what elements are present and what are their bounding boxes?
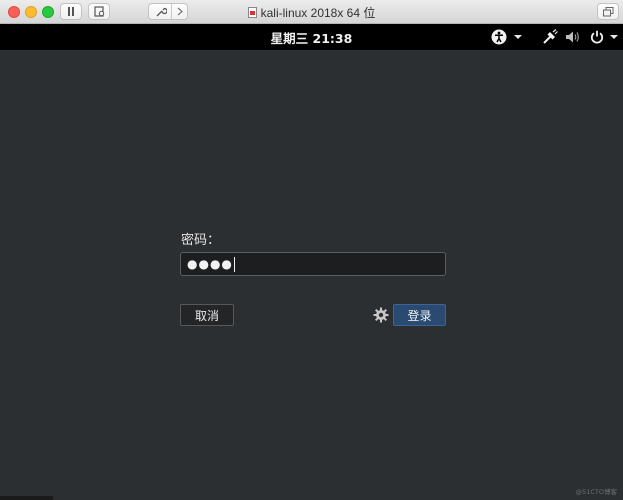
cancel-button[interactable]: 取消 bbox=[180, 304, 234, 326]
wrench-icon bbox=[156, 7, 167, 16]
accessibility-menu[interactable] bbox=[489, 29, 523, 45]
pause-button[interactable] bbox=[60, 3, 82, 20]
volume-indicator[interactable] bbox=[564, 29, 580, 45]
session-settings-button[interactable] bbox=[373, 307, 389, 323]
power-menu[interactable] bbox=[588, 29, 620, 45]
network-icon bbox=[543, 29, 558, 44]
network-indicator[interactable] bbox=[541, 29, 559, 45]
settings-tools-button[interactable] bbox=[148, 3, 188, 20]
close-window-button[interactable] bbox=[8, 6, 20, 18]
snapshot-icon bbox=[93, 6, 104, 17]
password-dots: ●●●● bbox=[187, 257, 233, 271]
gear-icon bbox=[373, 307, 389, 323]
bottom-strip bbox=[0, 496, 53, 500]
pause-icon bbox=[68, 7, 74, 16]
password-field[interactable]: ●●●● bbox=[180, 252, 446, 276]
chevron-right-icon bbox=[177, 7, 183, 16]
zoom-window-button[interactable] bbox=[42, 6, 54, 18]
vm-window: kali-linux 2018x 64 位 星期三 21:38 密码： ●●●●… bbox=[0, 0, 623, 500]
volume-icon bbox=[565, 31, 579, 43]
password-label: 密码： bbox=[181, 233, 221, 248]
login-button[interactable]: 登录 bbox=[393, 304, 446, 326]
chevron-down-icon bbox=[610, 35, 618, 39]
power-icon bbox=[590, 30, 604, 44]
fullscreen-button[interactable] bbox=[597, 3, 619, 20]
clock[interactable]: 星期三 21:38 bbox=[0, 24, 623, 50]
chevron-down-icon bbox=[513, 35, 522, 39]
vm-file-icon bbox=[247, 6, 257, 18]
gnome-top-bar: 星期三 21:38 bbox=[0, 24, 623, 50]
minimize-window-button[interactable] bbox=[25, 6, 37, 18]
vm-titlebar: kali-linux 2018x 64 位 bbox=[0, 0, 623, 24]
watermark: @51CTO博客 bbox=[575, 488, 617, 496]
windows-icon bbox=[602, 6, 613, 16]
text-cursor bbox=[233, 256, 235, 272]
snapshot-button[interactable] bbox=[88, 3, 110, 20]
accessibility-icon bbox=[491, 29, 506, 45]
vm-title-text: kali-linux 2018x 64 位 bbox=[260, 5, 376, 20]
